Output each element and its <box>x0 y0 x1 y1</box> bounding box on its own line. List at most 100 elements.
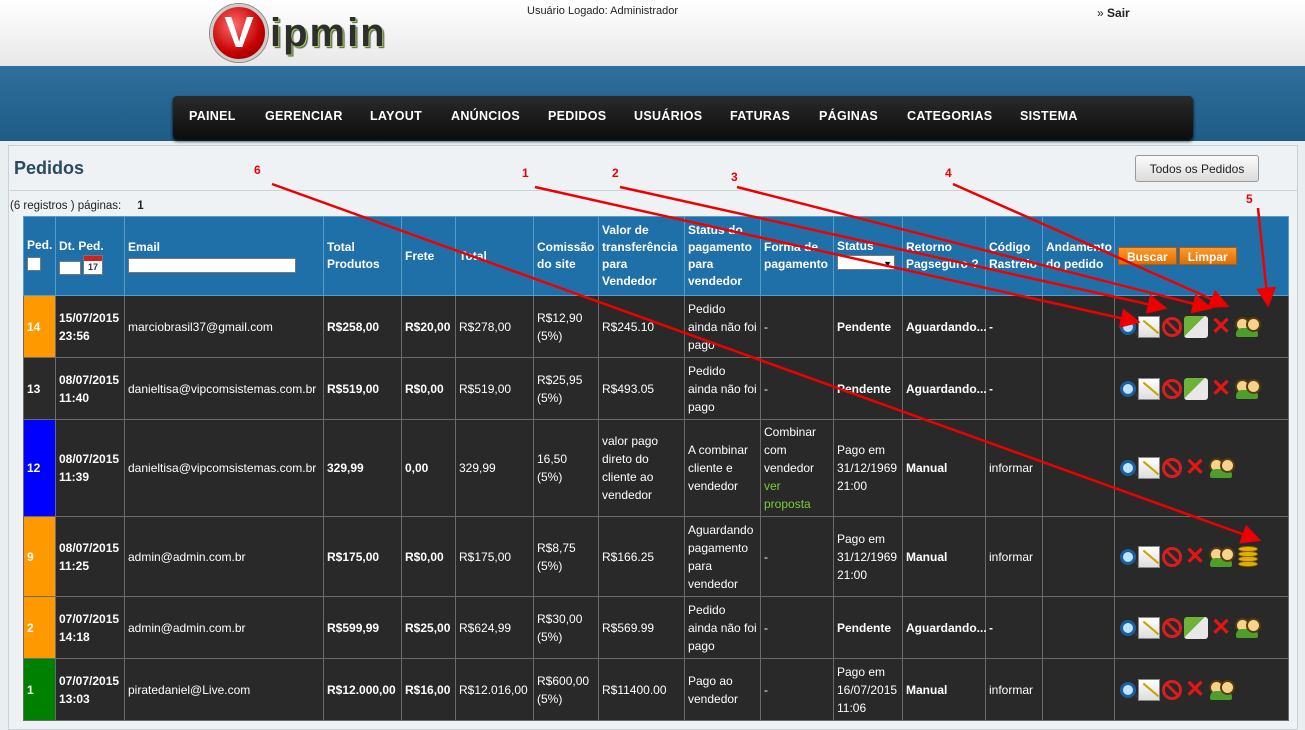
users-icon[interactable] <box>1234 316 1261 338</box>
nav-item-layout[interactable]: LAYOUT <box>370 109 422 123</box>
note-icon[interactable] <box>1138 545 1160 568</box>
block-icon[interactable] <box>1162 546 1182 567</box>
block-icon[interactable] <box>1162 378 1182 399</box>
codigo-rastreio: - <box>985 357 1043 420</box>
users-icon[interactable] <box>1208 546 1235 568</box>
order-email-link[interactable]: admin@admin.com.br <box>128 621 246 635</box>
order-date-text: 08/07/2015 <box>59 540 120 555</box>
delete-icon[interactable]: ✕ <box>1210 615 1232 639</box>
table-row[interactable]: 1 07/07/2015 13:03 piratedaniel@Live.com R$1… <box>23 658 1289 721</box>
users-icon[interactable] <box>1234 378 1261 400</box>
retorno-pagseguro: Aguardando... <box>902 357 987 420</box>
order-email-link[interactable]: danieltisa@vipcomsistemas.com.br <box>128 382 316 396</box>
nav-item-categorias[interactable]: CATEGORIAS <box>907 109 992 123</box>
nav-item-painel[interactable]: PAINEL <box>189 109 236 123</box>
informar-link[interactable]: informar <box>989 550 1033 564</box>
order-email-link[interactable]: piratedaniel@Live.com <box>128 683 250 697</box>
nav-item-paginas[interactable]: PÁGINAS <box>819 109 878 123</box>
nav-item-gerenciar[interactable]: GERENCIAR <box>265 109 343 123</box>
table-row[interactable]: 12 08/07/2015 11:39 danieltisa@vipcomsistem… <box>23 419 1289 517</box>
delete-icon[interactable]: ✕ <box>1184 544 1206 568</box>
comissao-pct: (5%) <box>537 328 563 343</box>
clear-button[interactable]: Limpar <box>1178 246 1237 265</box>
table-row[interactable]: 9 08/07/2015 11:25 admin@admin.com.br R$175,… <box>23 516 1289 597</box>
note-icon[interactable] <box>1138 315 1160 338</box>
note-icon[interactable] <box>1138 377 1160 400</box>
order-email-link[interactable]: marciobrasil37@gmail.com <box>128 320 273 334</box>
total-produtos-text: R$175,00 <box>327 549 380 564</box>
order-id-text: 1 <box>27 682 34 697</box>
logout-link[interactable]: » Sair <box>1097 6 1130 20</box>
zoom-icon[interactable] <box>1120 548 1136 565</box>
nav-item-anuncios[interactable]: ANÚNCIOS <box>451 109 520 123</box>
note-icon[interactable] <box>1138 678 1160 701</box>
delete-icon[interactable]: ✕ <box>1184 456 1206 480</box>
forma-pagamento-text: - <box>764 381 768 396</box>
note-icon[interactable] <box>1138 616 1160 639</box>
total-produtos-text: 329,99 <box>327 461 364 475</box>
nav-item-faturas[interactable]: FATURAS <box>730 109 790 123</box>
retorno-pagseguro-text: Manual <box>906 549 948 564</box>
page-number-link[interactable]: 1 <box>137 200 143 212</box>
select-all-checkbox[interactable] <box>27 256 41 271</box>
users-icon[interactable] <box>1234 617 1261 639</box>
order-id-text: 2 <box>27 620 34 635</box>
retorno-help-icon[interactable]: ? <box>971 257 978 271</box>
users-icon[interactable] <box>1208 457 1235 479</box>
retorno-pagseguro-text: Aguardando... <box>906 319 987 334</box>
status-pagamento-text: Aguardando pagamento para vendedor <box>688 522 754 591</box>
payment-icon[interactable] <box>1184 616 1208 639</box>
valor-transferencia-text: valor pago direto do cliente ao vendedor <box>602 434 659 502</box>
payment-icon[interactable] <box>1184 315 1208 338</box>
table-row[interactable]: 13 08/07/2015 11:40 danieltisa@vipcomsistem… <box>23 357 1289 420</box>
status-pagamento-text: Pedido ainda não foi pago <box>688 363 757 414</box>
all-orders-button[interactable]: Todos os Pedidos <box>1135 155 1259 182</box>
payment-icon[interactable] <box>1184 377 1208 400</box>
col-actions: Buscar Limpar <box>1114 216 1289 296</box>
valor-transferencia: R$166.25 <box>598 516 685 597</box>
ver-proposta-link[interactable]: ver proposta <box>764 479 811 511</box>
order-date: 08/07/2015 11:40 <box>55 357 125 420</box>
table-row[interactable]: 14 15/07/2015 23:56 marciobrasil37@gmail.co… <box>23 295 1289 358</box>
informar-link[interactable]: informar <box>989 683 1033 697</box>
delete-icon[interactable]: ✕ <box>1210 376 1232 400</box>
delete-icon[interactable]: ✕ <box>1184 677 1206 701</box>
order-id: 1 <box>23 658 56 721</box>
logout-prefix: » <box>1097 6 1104 20</box>
order-email-link[interactable]: danieltisa@vipcomsistemas.com.br <box>128 461 316 475</box>
logout-label[interactable]: Sair <box>1107 6 1130 20</box>
zoom-icon[interactable] <box>1120 619 1136 636</box>
zoom-icon[interactable] <box>1120 681 1136 698</box>
zoom-icon[interactable] <box>1120 380 1136 397</box>
nav-item-sistema[interactable]: SISTEMA <box>1020 109 1078 123</box>
status-pagamento-text: Pago ao vendedor <box>688 673 739 706</box>
nav-item-pedidos[interactable]: PEDIDOS <box>548 109 606 123</box>
block-icon[interactable] <box>1162 458 1182 478</box>
date-filter-input[interactable] <box>59 260 81 275</box>
block-icon[interactable] <box>1162 679 1182 700</box>
table-row[interactable]: 2 07/07/2015 14:18 admin@admin.com.br R$599,… <box>23 596 1289 659</box>
valor-transferencia: R$569.99 <box>598 596 685 659</box>
calendar-icon[interactable]: 17 <box>83 254 103 275</box>
search-button[interactable]: Buscar <box>1118 246 1177 265</box>
orders-table-body: 14 15/07/2015 23:56 marciobrasil37@gmail.co… <box>23 295 1289 721</box>
block-icon[interactable] <box>1162 617 1182 638</box>
status-filter-select[interactable] <box>837 254 895 273</box>
email-filter-input[interactable] <box>128 258 296 273</box>
vipmin-logo[interactable]: V ipmin <box>210 4 387 62</box>
order-email-link[interactable]: admin@admin.com.br <box>128 550 246 564</box>
coins-icon[interactable] <box>1236 544 1260 570</box>
users-icon[interactable] <box>1208 679 1235 701</box>
delete-icon[interactable]: ✕ <box>1210 314 1232 338</box>
zoom-icon[interactable] <box>1120 460 1136 476</box>
note-icon[interactable] <box>1138 457 1160 479</box>
col-status: Status <box>833 216 903 296</box>
total: R$624,99 <box>455 596 534 659</box>
zoom-icon[interactable] <box>1120 318 1136 335</box>
informar-link[interactable]: informar <box>989 461 1033 475</box>
block-icon[interactable] <box>1162 316 1182 337</box>
nav-item-usuarios[interactable]: USUÁRIOS <box>634 109 702 123</box>
codigo-rastreio: informar <box>985 516 1043 597</box>
status-pagamento: Pedido ainda não foi pago <box>684 596 761 659</box>
frete-text: R$25,00 <box>405 620 451 635</box>
